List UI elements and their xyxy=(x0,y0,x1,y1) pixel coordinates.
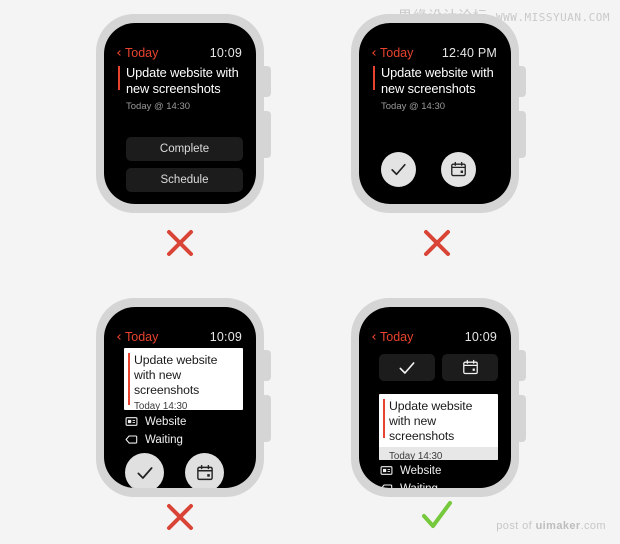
digital-crown[interactable] xyxy=(517,66,526,97)
task-block: Update website with new screenshots Toda… xyxy=(118,65,246,112)
verdict-cross-icon-1 xyxy=(167,230,193,256)
task-block: Update website with new screenshots Toda… xyxy=(373,65,501,112)
clock-label: 12:40 PM xyxy=(441,46,497,60)
watch-top-right: Today 12:40 PM Update website with new s… xyxy=(351,14,526,213)
calendar-icon xyxy=(462,359,478,375)
status-bar: Today 10:09 xyxy=(104,329,256,345)
accent-bar xyxy=(373,66,375,90)
side-button[interactable] xyxy=(262,395,271,442)
task-card[interactable]: Update website with new screenshots Toda… xyxy=(379,394,498,460)
accent-bar xyxy=(128,353,130,405)
chevron-left-icon xyxy=(372,334,378,340)
verdict-cross-icon-3 xyxy=(167,504,193,530)
check-icon xyxy=(391,163,406,176)
status-bar: Today 10:09 xyxy=(359,329,511,345)
back-label: Today xyxy=(125,330,159,344)
complete-icon-button[interactable] xyxy=(381,152,416,187)
schedule-icon-button[interactable] xyxy=(442,354,498,381)
complete-icon-button[interactable] xyxy=(125,453,164,488)
task-due: Today @ 14:30 xyxy=(381,101,446,112)
status-bar: Today 12:40 PM xyxy=(359,45,511,61)
accent-bar xyxy=(118,66,120,90)
calendar-icon xyxy=(451,161,466,177)
task-due: Today @ 14:30 xyxy=(126,101,191,112)
chevron-left-icon xyxy=(117,334,123,340)
clock-label: 10:09 xyxy=(209,330,242,344)
back-label: Today xyxy=(380,330,414,344)
task-title: Update website with new screenshots xyxy=(389,399,473,443)
task-title: Update website with new screenshots xyxy=(126,65,239,96)
verdict-cross-icon-2 xyxy=(424,230,450,256)
meta-row-waiting[interactable]: Waiting xyxy=(125,433,183,446)
digital-crown[interactable] xyxy=(517,350,526,381)
back-label: Today xyxy=(380,46,414,60)
schedule-button-label: Schedule xyxy=(160,174,209,186)
check-icon xyxy=(399,361,415,374)
check-icon xyxy=(136,466,153,479)
task-due: Today 14:30 xyxy=(134,401,188,410)
chevron-left-icon xyxy=(372,50,378,56)
back-to-today-button[interactable]: Today xyxy=(117,330,159,344)
chevron-left-icon xyxy=(117,50,123,56)
meta-row-website[interactable]: Website xyxy=(125,415,186,428)
note-icon xyxy=(380,466,393,475)
accent-bar xyxy=(383,399,385,438)
back-to-today-button[interactable]: Today xyxy=(117,46,159,60)
watermark-post-prefix: post of xyxy=(496,520,536,532)
watch-screen: Today 12:40 PM Update website with new s… xyxy=(359,23,511,204)
clock-label: 10:09 xyxy=(209,46,242,60)
note-icon xyxy=(125,417,138,426)
task-due: Today 14:30 xyxy=(379,447,498,460)
tag-icon xyxy=(125,435,138,444)
clock-label: 10:09 xyxy=(464,330,497,344)
complete-button-label: Complete xyxy=(159,143,210,155)
watermark-post-suffix: .com xyxy=(580,520,606,532)
meta-row-waiting[interactable]: Waiting xyxy=(380,482,438,488)
task-title: Update website with new screenshots xyxy=(134,353,218,397)
watch-top-left: Today 10:09 Update website with new scre… xyxy=(96,14,271,213)
watch-screen: Today 10:09 Update website with new scre… xyxy=(359,307,511,488)
meta-label: Website xyxy=(400,464,442,477)
digital-crown[interactable] xyxy=(262,66,271,97)
calendar-icon xyxy=(196,464,213,480)
back-label: Today xyxy=(125,46,159,60)
task-title: Update website with new screenshots xyxy=(381,65,494,96)
watch-bottom-left: Today 10:09 Update website with new scre… xyxy=(96,298,271,497)
complete-button[interactable]: Complete xyxy=(126,137,243,161)
watch-screen: Today 10:09 Update website with new scre… xyxy=(104,307,256,488)
schedule-icon-button[interactable] xyxy=(185,453,224,488)
status-bar: Today 10:09 xyxy=(104,45,256,61)
watermark-post-brand: uimaker xyxy=(535,520,581,532)
side-button[interactable] xyxy=(517,395,526,442)
digital-crown[interactable] xyxy=(262,350,271,381)
watch-screen: Today 10:09 Update website with new scre… xyxy=(104,23,256,204)
complete-icon-button[interactable] xyxy=(379,354,435,381)
comparison-board: 思缘设计论坛 WWW.MISSYUAN.COM post of uimaker.… xyxy=(0,0,620,544)
tag-icon xyxy=(380,484,393,488)
schedule-icon-button[interactable] xyxy=(441,152,476,187)
meta-label: Waiting xyxy=(145,433,183,446)
schedule-button[interactable]: Schedule xyxy=(126,168,243,192)
side-button[interactable] xyxy=(262,111,271,158)
watch-bottom-right: Today 10:09 Update website with new scre… xyxy=(351,298,526,497)
meta-label: Waiting xyxy=(400,483,438,489)
meta-label: Website xyxy=(145,415,187,428)
task-card[interactable]: Update website with new screenshots Toda… xyxy=(124,348,243,410)
back-to-today-button[interactable]: Today xyxy=(372,330,414,344)
meta-row-website[interactable]: Website xyxy=(380,464,441,477)
verdict-check-icon xyxy=(422,501,452,528)
watermark-bottom: post of uimaker.com xyxy=(496,520,606,532)
side-button[interactable] xyxy=(517,111,526,158)
back-to-today-button[interactable]: Today xyxy=(372,46,414,60)
